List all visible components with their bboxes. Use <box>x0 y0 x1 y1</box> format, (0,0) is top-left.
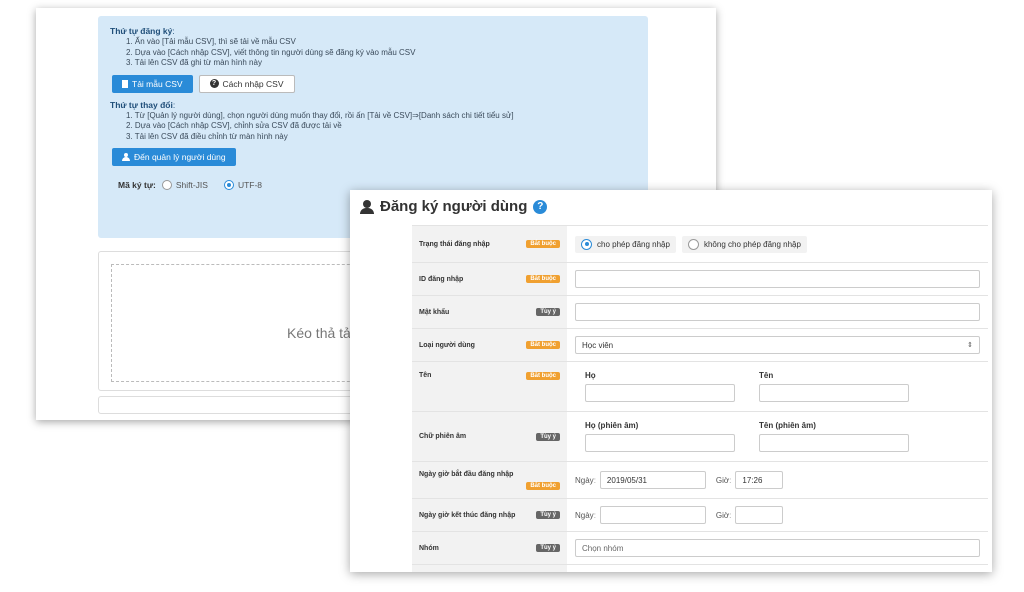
row-name: Tên Bắt buộc Họ Tên <box>412 362 988 412</box>
field-label: Tên <box>419 372 432 379</box>
end-date-input[interactable] <box>599 506 706 524</box>
required-badge: Bắt buộc <box>526 481 560 490</box>
required-badge: Bắt buộc <box>526 372 560 380</box>
last-name-phonetic-input[interactable] <box>585 434 735 452</box>
last-name-input[interactable] <box>585 384 735 402</box>
register-step: 3. Tải lên CSV đã ghi từ màn hình này <box>126 58 262 67</box>
optional-badge: Tùy ý <box>536 432 560 441</box>
user-icon <box>360 199 374 214</box>
row-next <box>412 565 988 572</box>
row-login-status: Trạng thái đăng nhập Bắt buộc cho phép đ… <box>412 226 988 263</box>
charset-option-shift-jis[interactable]: Shift-JIS <box>161 180 208 190</box>
csv-how-to-button[interactable]: ? Cách nhập CSV <box>198 74 295 93</box>
first-name-phonetic-input[interactable] <box>759 434 909 452</box>
user-type-select[interactable]: Học viên ⇕ <box>575 336 980 354</box>
login-denied-option[interactable]: không cho phép đăng nhập <box>681 235 807 253</box>
download-csv-template-button[interactable]: Tải mẫu CSV <box>112 74 193 93</box>
registration-form: Trạng thái đăng nhập Bắt buộc cho phép đ… <box>412 225 988 572</box>
change-step: 2. Dựa vào [Cách nhập CSV], chỉnh sửa CS… <box>126 121 342 130</box>
time-label: Giờ <box>715 510 730 520</box>
date-label: Ngày <box>575 475 594 485</box>
optional-badge: Tùy ý <box>536 544 560 552</box>
first-name-phonetic-label: Tên (phiên âm) <box>759 421 816 430</box>
register-order-title: Thứ tự đăng ký: <box>110 26 175 36</box>
dropzone-text: Kéo thả tả <box>287 325 351 341</box>
first-name-label: Tên <box>759 371 774 380</box>
login-allowed-option[interactable]: cho phép đăng nhập <box>575 235 676 253</box>
question-icon: ? <box>209 79 219 88</box>
row-password: Mật khẩu Tùy ý <box>412 296 988 329</box>
row-login-end: Ngày giờ kết thúc đăng nhập Tùy ý Ngày: … <box>412 499 988 532</box>
field-label: Chữ phiên âm <box>419 433 467 440</box>
start-date-input[interactable]: 2019/05/31 <box>599 471 706 489</box>
required-badge: Bắt buộc <box>526 240 560 248</box>
field-label: Ngày giờ bắt đầu đăng nhập <box>419 470 514 478</box>
field-label: ID đăng nhập <box>419 275 464 283</box>
change-step: 1. Từ [Quản lý người dùng], chọn người d… <box>126 110 514 120</box>
last-name-label: Họ <box>585 371 596 380</box>
row-group: Nhóm Tùy ý Chọn nhóm <box>412 532 988 565</box>
end-time-input[interactable] <box>735 506 784 524</box>
user-icon <box>122 153 130 161</box>
page-title: Đăng ký người dùng ? <box>360 198 548 215</box>
first-name-input[interactable] <box>759 384 909 402</box>
row-phonetic: Chữ phiên âm Tùy ý Họ (phiên âm) Tên (ph… <box>412 412 988 462</box>
select-arrows-icon: ⇕ <box>967 342 973 349</box>
optional-badge: Tùy ý <box>536 511 560 519</box>
last-name-phonetic-label: Họ (phiên âm) <box>585 421 639 430</box>
user-registration-window: Đăng ký người dùng ? Trạng thái đăng nhậ… <box>350 190 992 572</box>
change-order-title: Thứ tự thay đổi: <box>110 99 176 110</box>
start-time-input[interactable]: 17:26 <box>735 471 784 489</box>
field-label: Loại người dùng <box>419 341 475 349</box>
field-label: Ngày giờ kết thúc đăng nhập <box>419 511 516 519</box>
radio-icon[interactable] <box>687 238 699 250</box>
required-badge: Bắt buộc <box>526 341 560 349</box>
row-login-id: ID đăng nhập Bắt buộc <box>412 263 988 296</box>
charset-label: Mã ký tự: <box>118 180 156 190</box>
row-user-type: Loại người dùng Bắt buộc Học viên ⇕ <box>412 329 988 362</box>
radio-selected-icon[interactable] <box>581 238 592 250</box>
field-label: Nhóm <box>419 544 439 552</box>
optional-badge: Tùy ý <box>536 308 560 316</box>
register-step: 2. Dựa vào [Cách nhập CSV], viết thông t… <box>126 47 416 57</box>
group-select[interactable]: Chọn nhóm <box>575 539 980 557</box>
charset-selector: Mã ký tự: Shift-JIS UTF-8 <box>118 180 636 190</box>
field-label: Trạng thái đăng nhập <box>419 240 490 248</box>
login-id-input[interactable] <box>575 270 980 288</box>
row-login-start: Ngày giờ bắt đầu đăng nhập Bắt buộc Ngày… <box>412 462 988 499</box>
help-icon[interactable]: ? <box>533 199 548 214</box>
time-label: Giờ <box>715 475 730 485</box>
field-label: Mật khẩu <box>419 308 450 316</box>
radio-selected-icon[interactable] <box>223 180 234 190</box>
radio-icon[interactable] <box>161 180 172 190</box>
password-input[interactable] <box>575 303 980 321</box>
charset-option-utf8[interactable]: UTF-8 <box>223 180 262 190</box>
file-icon <box>122 79 128 88</box>
goto-user-management-button[interactable]: Đến quản lý người dùng <box>112 148 236 166</box>
required-badge: Bắt buộc <box>526 275 560 283</box>
date-label: Ngày <box>575 510 594 520</box>
register-step: 1. Ấn vào [Tải mẫu CSV], thì sẽ tải về m… <box>126 37 296 46</box>
change-step: 3. Tải lên CSV đã điều chỉnh từ màn hình… <box>126 131 288 141</box>
